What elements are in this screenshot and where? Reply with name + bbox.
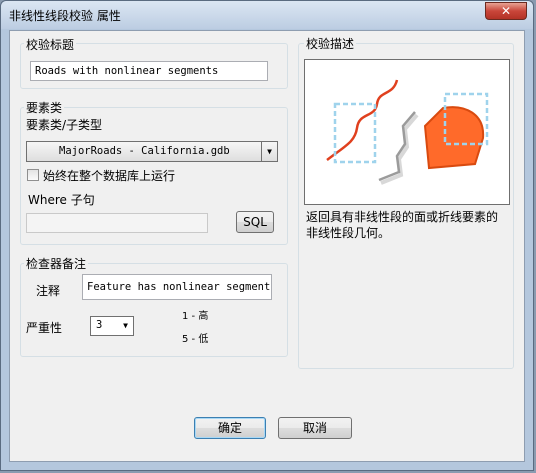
sql-button[interactable]: SQL: [236, 211, 274, 233]
annotation-group-label: 检查器备注: [24, 255, 89, 272]
where-clause-input[interactable]: [26, 213, 208, 233]
window-title: 非线性线段校验 属性: [9, 9, 121, 23]
severity-combo[interactable]: 3 ▼: [90, 316, 134, 336]
dialog-client-area: 校验标题 Roads with nonlinear segments 要素类 要…: [9, 30, 525, 462]
check-title-input[interactable]: Roads with nonlinear segments: [30, 61, 268, 81]
nonlinear-segments-illustration-icon: [326, 79, 489, 185]
title-bar[interactable]: 非线性线段校验 属性 ✕: [1, 1, 533, 29]
severity-low-legend: 5 - 低: [182, 334, 209, 345]
severity-high-legend: 1 - 高: [182, 311, 209, 322]
close-button[interactable]: ✕: [485, 2, 527, 20]
check-title-group-label: 校验标题: [24, 36, 77, 53]
description-group-label: 校验描述: [304, 35, 357, 52]
close-icon: ✕: [500, 4, 512, 18]
properties-dialog: 非线性线段校验 属性 ✕ 校验标题 Roads with nonlinear s…: [0, 0, 534, 471]
feature-class-combo-value: MajorRoads - California.gdb: [59, 145, 230, 157]
chevron-down-icon[interactable]: ▼: [261, 142, 277, 161]
ok-button[interactable]: 确定: [194, 417, 266, 439]
feature-class-group-label: 要素类: [24, 99, 65, 116]
subtype-label: 要素类/子类型: [26, 118, 103, 132]
note-label: 注释: [36, 284, 61, 298]
description-text-line1: 返回具有非线性段的面或折线要素的: [306, 210, 499, 224]
severity-combo-value: 3: [96, 319, 103, 331]
description-text-line2: 非线性段几何。: [306, 226, 391, 240]
description-preview-image: [304, 59, 510, 205]
where-clause-label: Where 子句: [28, 193, 95, 207]
orange-polygon-icon: [423, 106, 485, 170]
cancel-button[interactable]: 取消: [278, 417, 352, 439]
run-entire-database-checkbox[interactable]: [27, 169, 39, 181]
feature-class-combo[interactable]: MajorRoads - California.gdb ▼: [26, 141, 278, 162]
run-entire-database-label: 始终在整个数据库上运行: [43, 169, 176, 183]
chevron-down-icon[interactable]: ▼: [118, 317, 133, 335]
severity-label: 严重性: [26, 321, 63, 335]
red-line-icon: [326, 79, 399, 161]
note-input[interactable]: Feature has nonlinear segments: [82, 274, 272, 300]
